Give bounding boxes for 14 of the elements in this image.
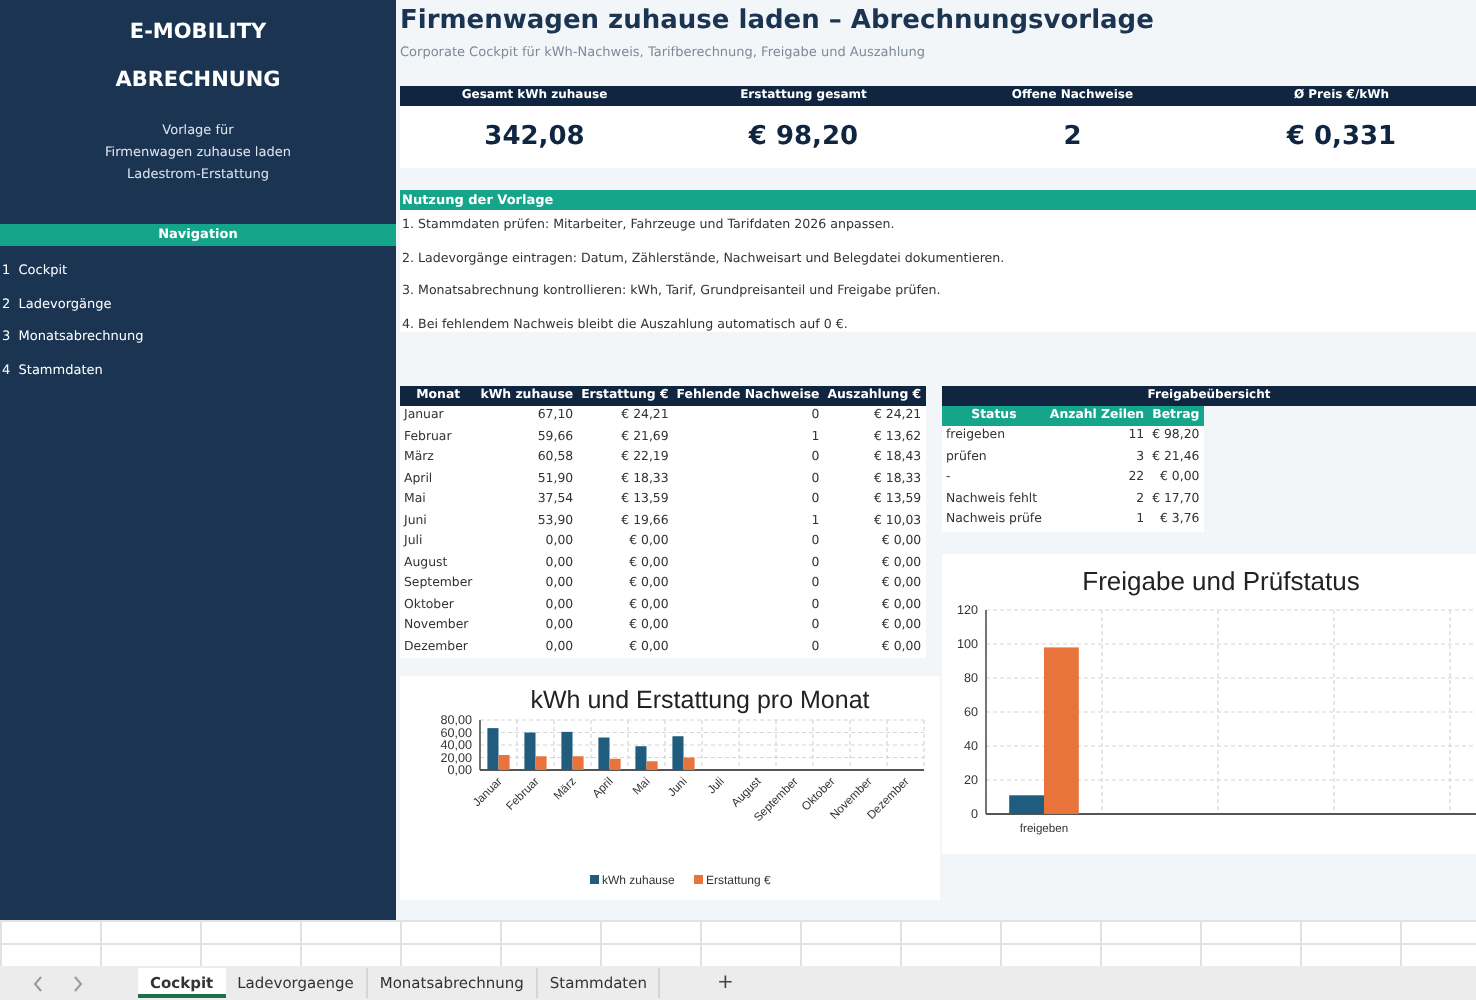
sidebar-title: E-MOBILITY [127, 18, 269, 48]
add-sheet-button[interactable]: + [708, 968, 742, 998]
previous-sheet-icon[interactable] [32, 975, 44, 991]
kpi-value: 2 [938, 106, 1207, 168]
chart-title: kWh und Erstattung pro Monat [530, 686, 870, 714]
chart-title: Freigabe und Prüfstatus [1082, 565, 1360, 595]
legend-swatch [694, 875, 703, 884]
kpi-value: 342,08 [400, 106, 669, 168]
sidebar-title: ABRECHNUNG [113, 66, 283, 96]
next-sheet-icon[interactable] [72, 975, 84, 991]
legend-swatch [590, 875, 599, 884]
kpi-value: € 98,20 [669, 106, 938, 168]
page-title: Firmenwagen zuhause laden – Abrechnungsvorlage [400, 4, 1156, 40]
kpi-value: € 0,331 [1207, 106, 1476, 168]
